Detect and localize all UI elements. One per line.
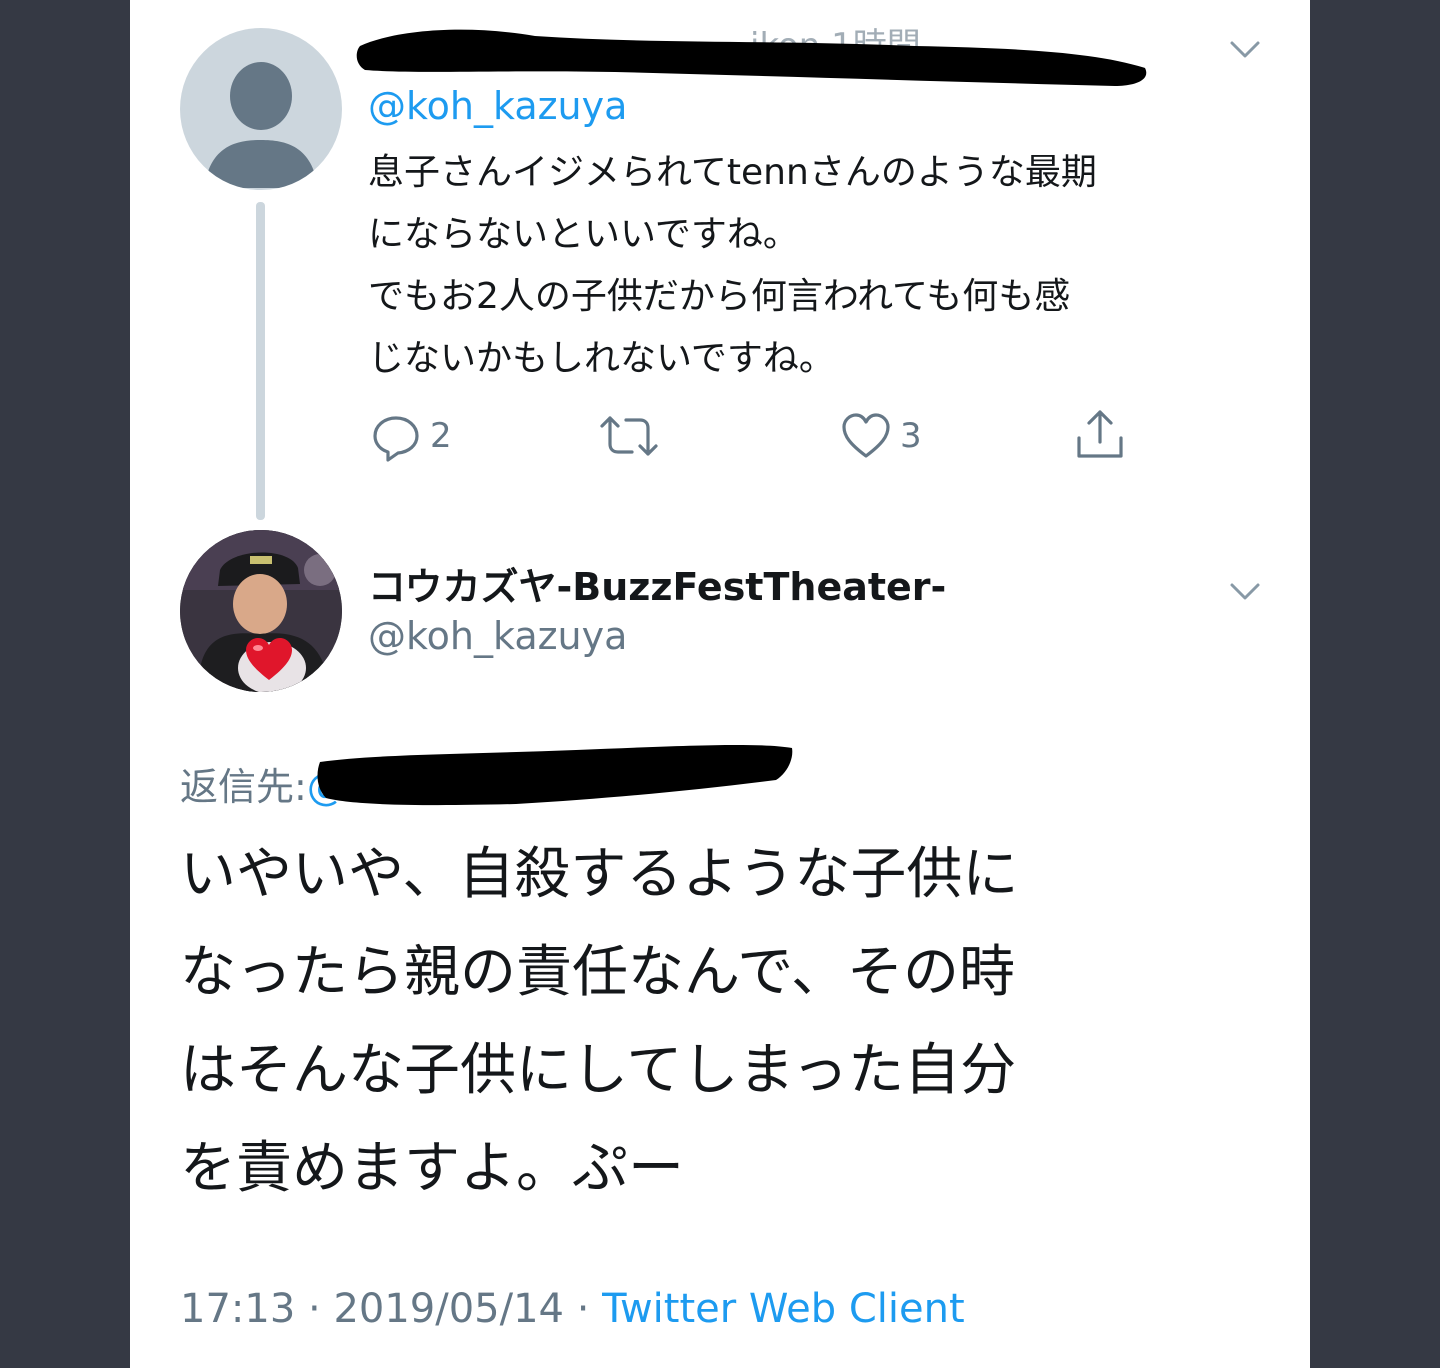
tweet1-line: じないかもしれないですね。 <box>368 338 835 379</box>
tweet2-meta: 17:13 · 2019/05/14 · Twitter Web Client <box>180 1286 965 1332</box>
retweet-button[interactable] <box>598 410 660 462</box>
redaction-mark-name <box>356 29 1147 86</box>
heart-emoji-icon <box>246 638 292 680</box>
share-button[interactable] <box>1074 408 1126 462</box>
tweet2-line: なったら親の責任なんで、その時 <box>180 940 1015 1005</box>
share-icon <box>1077 410 1123 458</box>
retweet-icon <box>600 416 658 456</box>
like-icon <box>842 413 890 458</box>
tweet1-handle[interactable]: @koh_kazuya <box>368 84 627 128</box>
tweet-time: 17:13 <box>180 1286 296 1332</box>
tweet2-line: いやいや、自殺するような子供に <box>180 842 1019 907</box>
like-button[interactable]: 3 <box>840 410 922 462</box>
reply-to-prefix: 返信先: <box>180 765 307 809</box>
tweet2-line: を責めますよ。ぷー <box>180 1136 684 1201</box>
separator: · <box>563 1286 603 1332</box>
reply-count: 2 <box>430 416 452 456</box>
tweet1-line: でもお2人の子供だから何言われても何も感 <box>368 276 1071 317</box>
reply-icon <box>373 416 419 462</box>
tweet-thread-panel: ikon 1時間 @koh_kazuya 息子さんイジメられてtennさんのよう… <box>130 0 1310 1368</box>
tweet2-handle[interactable]: @koh_kazuya <box>368 614 627 658</box>
default-avatar-icon <box>204 62 318 188</box>
tweet1-line: 息子さんイジメられてtennさんのような最期 <box>368 152 1097 193</box>
chevron-down-icon[interactable] <box>1228 32 1262 66</box>
avatar-default[interactable] <box>180 28 342 190</box>
tweet2-text: いやいや、自殺するような子供に なったら親の責任なんで、その時 はそんな子供にし… <box>180 826 1290 1218</box>
chevron-down-icon[interactable] <box>1228 574 1262 608</box>
like-count: 3 <box>900 416 922 456</box>
tweet1-line: にならないといいですね。 <box>368 214 799 255</box>
tweet2-display-name[interactable]: コウカズヤ-BuzzFestTheater- <box>368 556 946 611</box>
tweet1-text: 息子さんイジメられてtennさんのような最期 にならないといいですね。 でもお2… <box>368 142 1288 390</box>
client-link[interactable]: Twitter Web Client <box>602 1286 965 1332</box>
tweet-date: 2019/05/14 <box>333 1286 564 1332</box>
separator: · <box>295 1286 334 1332</box>
reply-button[interactable]: 2 <box>370 410 452 462</box>
redaction-mark-reply <box>317 744 793 806</box>
avatar-photo[interactable] <box>180 530 342 692</box>
tweet2-line: はそんな子供にしてしまった自分 <box>180 1038 1017 1103</box>
thread-line <box>256 202 265 520</box>
